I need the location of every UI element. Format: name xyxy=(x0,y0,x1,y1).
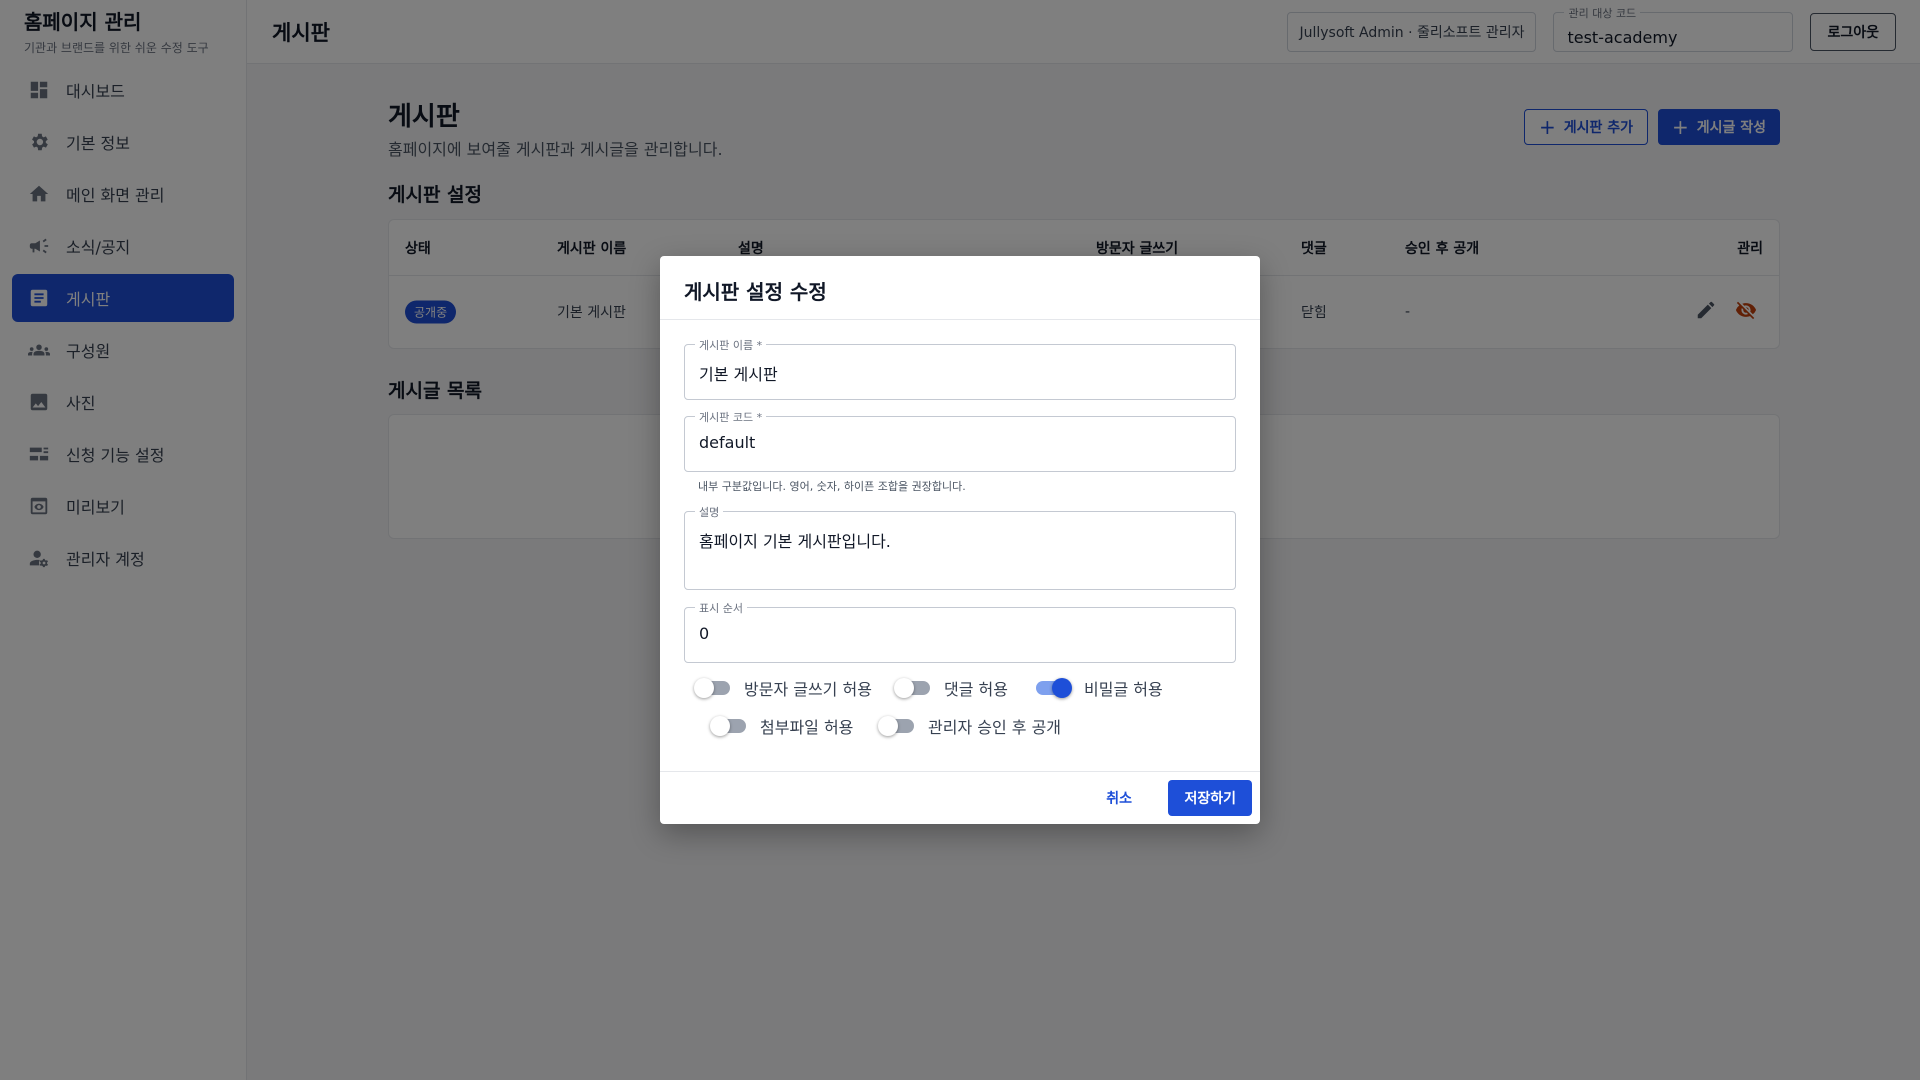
toggle-label: 댓글 허용 xyxy=(944,680,1008,699)
display-order-label: 표시 순서 xyxy=(695,600,747,616)
dialog-footer: 취소 저장하기 xyxy=(660,771,1260,824)
toggle-label: 관리자 승인 후 공개 xyxy=(928,718,1062,737)
visitor-write-toggle[interactable]: 방문자 글쓰기 허용 xyxy=(694,676,872,700)
toggle-switch[interactable] xyxy=(694,678,732,698)
admin-approval-toggle[interactable]: 관리자 승인 후 공개 xyxy=(878,714,1061,738)
cancel-button[interactable]: 취소 xyxy=(1096,780,1142,816)
attachment-toggle[interactable]: 첨부파일 허용 xyxy=(710,714,853,738)
toggle-switch[interactable] xyxy=(894,678,932,698)
toggle-label: 첨부파일 허용 xyxy=(760,718,854,737)
description-label: 설명 xyxy=(695,504,724,520)
board-code-label: 게시판 코드 * xyxy=(695,409,767,425)
display-order-field[interactable]: 표시 순서 0 xyxy=(684,600,1236,663)
description-textarea[interactable]: 홈페이지 기본 게시판입니다. xyxy=(699,528,891,552)
comments-toggle[interactable]: 댓글 허용 xyxy=(894,676,1008,700)
toggle-switch[interactable] xyxy=(878,716,916,736)
board-name-input[interactable]: 기본 게시판 xyxy=(699,361,778,385)
board-code-helper: 내부 구분값입니다. 영어, 숫자, 하이픈 조합을 권장합니다. xyxy=(698,480,966,493)
secret-post-toggle[interactable]: 비밀글 허용 xyxy=(1034,676,1163,700)
toggle-label: 방문자 글쓰기 허용 xyxy=(744,680,872,699)
display-order-input[interactable]: 0 xyxy=(699,624,709,643)
dialog-title: 게시판 설정 수정 xyxy=(660,256,1260,320)
board-code-input[interactable]: default xyxy=(699,433,755,452)
board-code-field[interactable]: 게시판 코드 * default xyxy=(684,409,1236,472)
description-field[interactable]: 설명 홈페이지 기본 게시판입니다. xyxy=(684,504,1236,590)
toggle-label: 비밀글 허용 xyxy=(1084,680,1163,699)
board-name-label: 게시판 이름 * xyxy=(695,337,767,353)
save-button[interactable]: 저장하기 xyxy=(1168,780,1252,816)
edit-board-dialog: 게시판 설정 수정 게시판 이름 * 기본 게시판 게시판 코드 * defau… xyxy=(660,256,1260,824)
toggle-switch[interactable] xyxy=(1034,678,1072,698)
board-name-field[interactable]: 게시판 이름 * 기본 게시판 xyxy=(684,337,1236,400)
toggle-switch[interactable] xyxy=(710,716,748,736)
